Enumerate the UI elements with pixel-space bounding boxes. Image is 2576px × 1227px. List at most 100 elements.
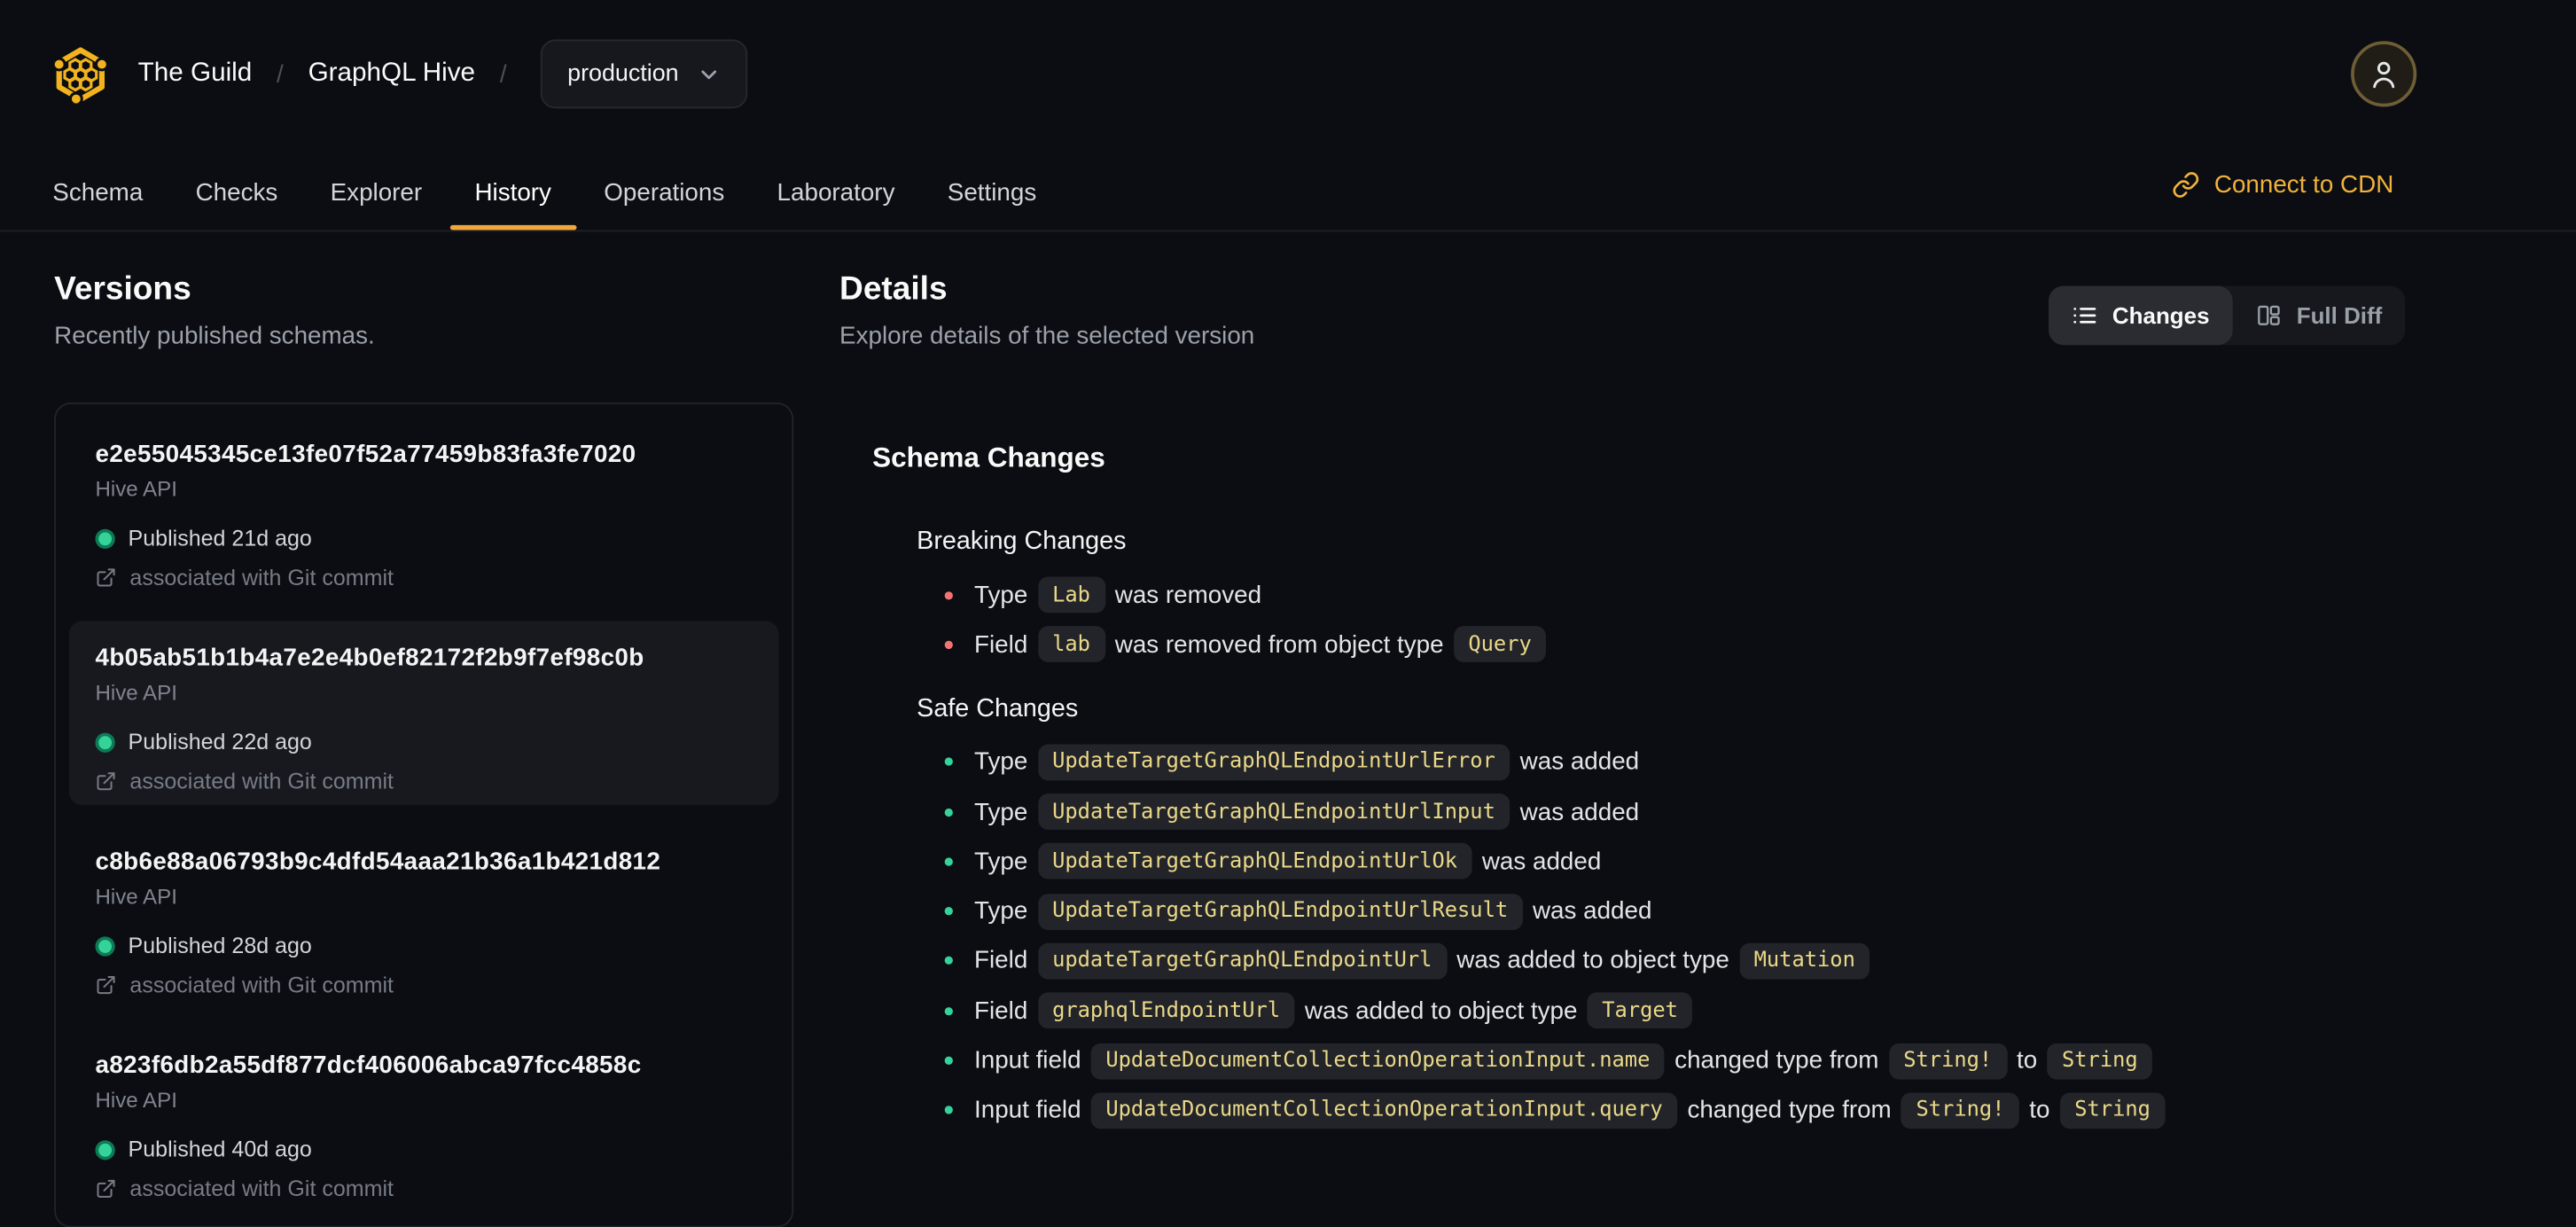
bullet-dot — [944, 1056, 953, 1065]
published-status-dot — [95, 528, 115, 549]
code-chip: lab — [1037, 626, 1105, 663]
bullet-dot — [944, 857, 953, 866]
app-window: The Guild / GraphQL Hive / production Sc… — [0, 0, 2576, 1227]
breadcrumb-separator: / — [499, 59, 507, 89]
tab-label: Schema — [52, 179, 144, 207]
code-chip: Target — [1587, 992, 1693, 1029]
tab-explorer[interactable]: Explorer — [304, 156, 449, 230]
code-chip: Mutation — [1738, 942, 1870, 980]
external-link-icon — [95, 567, 116, 588]
change-text: to — [2029, 1096, 2050, 1125]
external-link-icon — [95, 770, 116, 792]
hive-logo-icon[interactable] — [54, 45, 107, 103]
change-text: was removed — [1114, 581, 1262, 609]
published-status-dot — [95, 731, 115, 752]
connect-to-cdn-button[interactable]: Connect to CDN — [2172, 171, 2393, 199]
change-text: was removed from object type — [1114, 630, 1444, 660]
change-text: Type — [974, 797, 1028, 826]
breadcrumb-org[interactable]: The Guild — [138, 59, 253, 89]
change-text: changed type from — [1674, 1046, 1879, 1075]
bullet-dot — [944, 640, 953, 649]
code-chip: Query — [1453, 626, 1547, 663]
change-item: Field lab was removed from object type Quer… — [944, 620, 2406, 669]
change-item: Field graphqlEndpointUrl was added to obje… — [944, 986, 2406, 1036]
tab-history[interactable]: History — [449, 156, 578, 231]
git-commit-label: associated with Git commit — [129, 973, 394, 997]
tab-checks[interactable]: Checks — [169, 156, 304, 230]
nav-tabs: Schema Checks Explorer History Operations Lab… — [27, 156, 1063, 231]
change-text: Field — [974, 947, 1028, 975]
tab-laboratory[interactable]: Laboratory — [751, 156, 921, 230]
versions-title: Versions — [54, 270, 191, 308]
change-text: Type — [974, 747, 1028, 777]
version-item[interactable]: 4b05ab51b1b4a7e2e4b0ef82172f2b9f7ef98c0b… — [68, 621, 779, 806]
bullet-dot — [944, 807, 953, 817]
tab-label: History — [474, 179, 551, 207]
change-item: Type UpdateTargetGraphQLEndpointUrlOk was … — [944, 837, 2406, 887]
view-toggle-changes[interactable]: Changes — [2048, 285, 2233, 346]
version-published: Published 22d ago — [95, 730, 752, 754]
published-label: Published 28d ago — [128, 933, 312, 958]
change-item: Input field UpdateDocumentCollectionOpera… — [944, 1085, 2406, 1135]
chevron-down-icon — [697, 61, 722, 86]
section-title-safe-changes: Safe Changes — [917, 694, 1079, 723]
code-chip: UpdateDocumentCollectionOperationInput.q… — [1090, 1092, 1678, 1129]
change-text: to — [2017, 1046, 2038, 1075]
change-list-safe: Type UpdateTargetGraphQLEndpointUrlError w… — [944, 737, 2406, 1135]
versions-list: e2e55045345ce13fe07f52a77459b83fa3fe7020… — [54, 402, 794, 1227]
section-title-breaking-changes: Breaking Changes — [917, 527, 1127, 556]
schema-sections: Breaking Changes Type Lab was removed Field l… — [872, 528, 2405, 1136]
change-text: Field — [974, 996, 1028, 1025]
code-chip: Lab — [1037, 576, 1105, 614]
code-chip: String! — [1901, 1092, 2020, 1129]
top-bar: The Guild / GraphQL Hive / production — [54, 36, 748, 112]
git-commit-label: associated with Git commit — [129, 1176, 394, 1201]
change-text: was added — [1532, 897, 1652, 926]
version-hash: 4b05ab51b1b4a7e2e4b0ef82172f2b9f7ef98c0b — [95, 644, 644, 673]
git-commit-link[interactable]: associated with Git commit — [95, 769, 752, 793]
change-item: Input field UpdateDocumentCollectionOpera… — [944, 1036, 2406, 1085]
details-header: Details Explore details of the selected … — [839, 271, 2406, 350]
git-commit-link[interactable]: associated with Git commit — [95, 973, 752, 997]
version-item[interactable]: c8b6e88a06793b9c4dfd54aaa21b36a1b421d812… — [69, 825, 779, 1009]
external-link-icon — [95, 974, 116, 996]
change-text: was added to object type — [1456, 947, 1729, 975]
change-text: was added — [1519, 797, 1640, 826]
schema-changes-title: Schema Changes — [872, 442, 1105, 473]
version-hash: c8b6e88a06793b9c4dfd54aaa21b36a1b421d812 — [95, 848, 661, 876]
code-chip: UpdateTargetGraphQLEndpointUrlResult — [1037, 893, 1523, 930]
change-text: Type — [974, 581, 1028, 609]
target-select-value: production — [567, 60, 679, 88]
view-toggle-full-diff[interactable]: Full Diff — [2232, 285, 2405, 345]
version-item[interactable]: a823f6db2a55df877dcf406006abca97fcc4858c… — [69, 1028, 779, 1213]
published-status-dot — [95, 935, 115, 956]
nav-separator — [0, 230, 2576, 232]
versions-subtitle: Recently published schemas. — [54, 322, 375, 350]
git-commit-link[interactable]: associated with Git commit — [95, 1176, 752, 1201]
code-chip: UpdateDocumentCollectionOperationInput.n… — [1090, 1042, 1666, 1079]
git-commit-link[interactable]: associated with Git commit — [95, 566, 752, 590]
list-icon — [2072, 302, 2098, 329]
bullet-dot — [944, 957, 953, 965]
change-text: Type — [974, 847, 1028, 876]
change-text: Type — [974, 897, 1028, 926]
change-text: Field — [974, 630, 1028, 660]
published-label: Published 21d ago — [128, 526, 312, 551]
version-service: Hive API — [95, 884, 177, 909]
change-text: changed type from — [1687, 1096, 1892, 1125]
tab-settings[interactable]: Settings — [921, 156, 1063, 230]
user-menu-button[interactable] — [2351, 41, 2417, 107]
breadcrumb: The Guild / GraphQL Hive / production — [138, 39, 748, 109]
published-label: Published 40d ago — [128, 1137, 312, 1162]
bullet-dot — [944, 1106, 953, 1115]
details-panel: Details Explore details of the selected … — [839, 271, 2406, 1129]
version-published: Published 40d ago — [95, 1137, 752, 1161]
version-item[interactable]: e2e55045345ce13fe07f52a77459b83fa3fe7020… — [69, 418, 779, 602]
change-item: Type UpdateTargetGraphQLEndpointUrlError w… — [944, 737, 2406, 786]
tab-schema[interactable]: Schema — [27, 156, 169, 230]
change-item: Field updateTargetGraphQLEndpointUrl was a… — [944, 936, 2406, 986]
breadcrumb-project[interactable]: GraphQL Hive — [308, 59, 475, 89]
external-link-icon — [95, 1178, 116, 1200]
tab-operations[interactable]: Operations — [578, 156, 751, 230]
target-select[interactable]: production — [541, 39, 748, 109]
